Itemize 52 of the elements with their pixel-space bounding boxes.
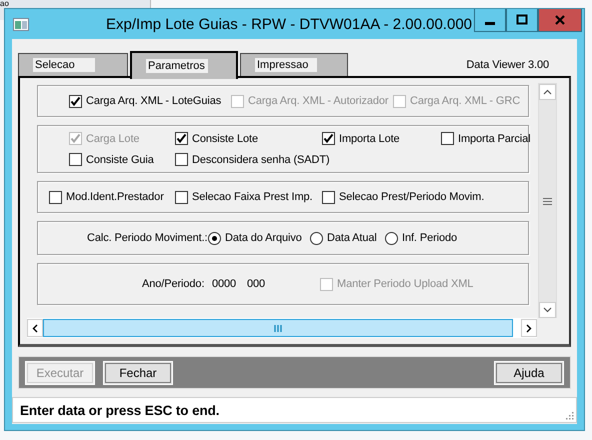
scroll-left-button[interactable]	[27, 319, 43, 337]
radio-button[interactable]	[385, 232, 398, 244]
background-text: ao	[0, 0, 9, 8]
tab[interactable]: Selecao	[18, 53, 128, 76]
checkbox[interactable]	[49, 190, 62, 204]
app-icon	[13, 18, 29, 30]
tab[interactable]: Impressao	[240, 53, 348, 76]
field-value: 000	[247, 278, 266, 290]
radio-label[interactable]: Data Atual	[327, 232, 377, 244]
horizontal-scrollbar[interactable]	[27, 318, 537, 338]
checkbox-label[interactable]: Selecao Faixa Prest Imp.	[192, 191, 312, 203]
checkbox[interactable]	[175, 132, 188, 145]
version-label: Data Viewer 3.00	[466, 59, 549, 71]
minimize-button[interactable]	[474, 9, 506, 32]
minimize-icon	[485, 22, 495, 24]
close-button[interactable]	[538, 9, 582, 32]
checkbox-label[interactable]: Carga Arq. XML - LoteGuias	[86, 95, 222, 107]
resize-grip-icon[interactable]	[565, 411, 574, 420]
checkbox[interactable]	[175, 153, 188, 166]
field-label: Ano/Periodo:	[142, 278, 206, 290]
vertical-scrollbar[interactable]	[538, 83, 557, 318]
checkbox-label[interactable]: Mod.Ident.Prestador	[66, 191, 164, 203]
grip-icon	[543, 198, 552, 204]
radio-label[interactable]: Data do Arquivo	[225, 232, 302, 244]
radio-button[interactable]	[208, 232, 221, 244]
field-label: Calc. Periodo Moviment.:	[87, 232, 208, 244]
maximize-button[interactable]	[506, 9, 538, 32]
scroll-right-button[interactable]	[521, 319, 537, 337]
checkbox[interactable]	[441, 132, 454, 145]
checkbox-label[interactable]: Importa Lote	[339, 132, 400, 144]
checkbox-label[interactable]: Consiste Guia	[86, 154, 154, 166]
checkbox[interactable]	[322, 190, 335, 204]
checkbox[interactable]	[69, 153, 82, 166]
window-title: Exp/Imp Lote Guias - RPW - DTVW01AA - 2.00.00.000	[106, 16, 472, 32]
checkbox[interactable]	[322, 132, 335, 145]
maximize-icon	[516, 14, 528, 26]
radio-button[interactable]	[310, 232, 323, 244]
checkbox-label[interactable]: Consiste Lote	[192, 132, 258, 144]
grip-icon	[274, 324, 282, 332]
checkbox[interactable]	[175, 190, 188, 204]
action-button[interactable]: Fechar	[103, 360, 173, 384]
status-text: Enter data or press ESC to end.	[20, 402, 220, 418]
checkbox-label[interactable]: Importa Parcial	[458, 132, 530, 144]
scrollbar-thumb[interactable]	[43, 319, 513, 337]
checkbox-label[interactable]: Selecao Prest/Periodo Movim.	[339, 191, 484, 203]
checkbox[interactable]	[69, 94, 82, 108]
close-icon	[554, 14, 566, 26]
checkbox-label[interactable]: Desconsidera senha (SADT)	[192, 154, 330, 166]
action-button[interactable]: Ajuda	[494, 360, 564, 384]
field-value: 0000	[212, 278, 238, 290]
radio-label[interactable]: Inf. Periodo	[402, 232, 458, 244]
tab[interactable]: Parametros	[130, 51, 238, 79]
